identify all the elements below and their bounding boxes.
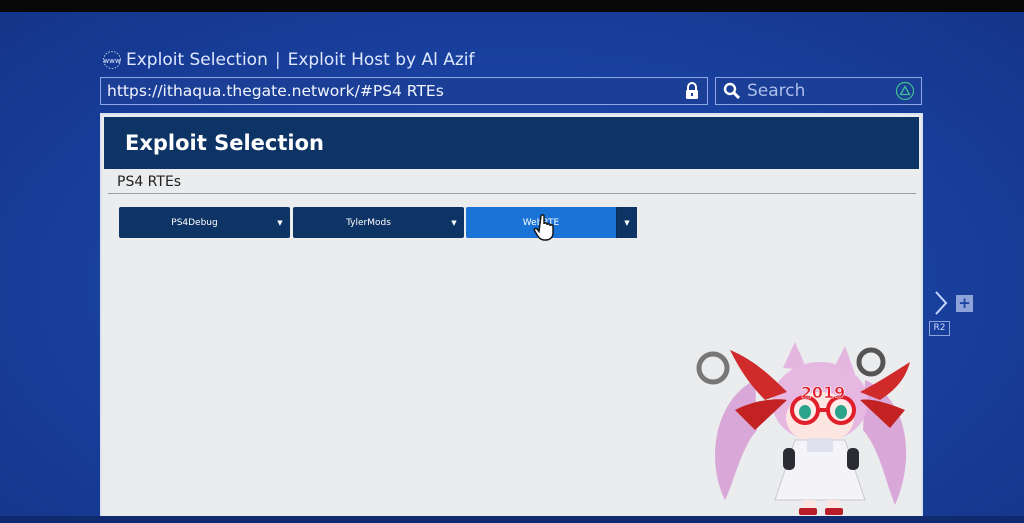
chevron-right-icon[interactable] bbox=[933, 290, 949, 316]
ps4debug-dropdown-button[interactable]: PS4Debug ▼ bbox=[119, 207, 290, 238]
page-header: Exploit Selection bbox=[104, 117, 919, 169]
glasses-2019-text: 2019 bbox=[801, 383, 846, 402]
triangle-button-icon bbox=[895, 81, 915, 101]
search-icon bbox=[721, 80, 743, 102]
tylermods-label: TylerMods bbox=[346, 217, 391, 228]
site-title: Exploit Host by Al Azif bbox=[287, 50, 475, 70]
browser-title-row: www Exploit Selection | Exploit Host by … bbox=[102, 48, 475, 72]
svg-text:www: www bbox=[103, 57, 120, 65]
search-input[interactable]: Search bbox=[747, 81, 895, 101]
mascot-illustration: 2019 bbox=[696, 342, 910, 515]
ps4debug-label: PS4Debug bbox=[171, 217, 218, 228]
r2-button-hint: R2 bbox=[929, 321, 950, 336]
plus-icon[interactable]: + bbox=[956, 295, 973, 312]
url-text[interactable]: https://ithaqua.thegate.network/#PS4 RTE… bbox=[101, 82, 681, 100]
caret-down-icon[interactable]: ▼ bbox=[444, 207, 464, 238]
search-bar[interactable]: Search bbox=[715, 77, 922, 105]
section-title: PS4 RTEs bbox=[117, 174, 182, 190]
lock-icon bbox=[681, 80, 703, 102]
tylermods-dropdown-button[interactable]: TylerMods ▼ bbox=[293, 207, 464, 238]
section-divider bbox=[108, 193, 916, 194]
caret-down-icon[interactable]: ▼ bbox=[616, 207, 637, 238]
top-black-bar bbox=[0, 0, 1024, 12]
bottom-bar bbox=[0, 516, 1024, 523]
pointer-hand-cursor-icon bbox=[532, 213, 562, 243]
caret-down-icon[interactable]: ▼ bbox=[270, 207, 290, 238]
www-icon: www bbox=[102, 50, 122, 70]
address-bar[interactable]: https://ithaqua.thegate.network/#PS4 RTE… bbox=[100, 77, 708, 105]
page-title: Exploit Selection bbox=[126, 50, 268, 70]
title-separator: | bbox=[274, 50, 281, 70]
